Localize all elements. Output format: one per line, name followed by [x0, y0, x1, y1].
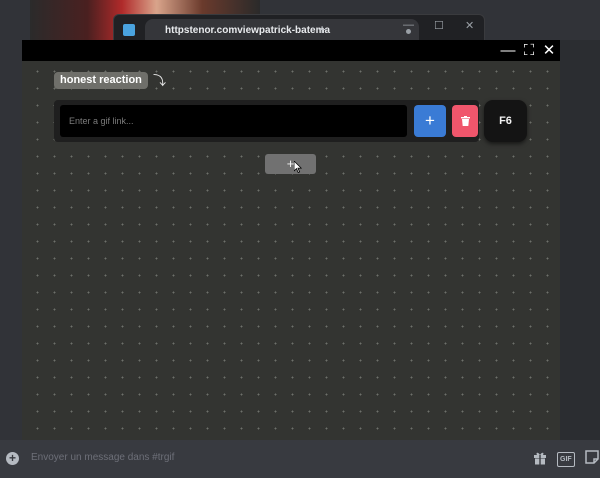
attach-plus-icon[interactable]: +: [6, 452, 19, 465]
background-panel: [560, 40, 600, 440]
tab-title: httpstenor.comviewpatrick-batema: [165, 25, 331, 36]
overlay-close-button[interactable]: ✕: [541, 43, 557, 58]
gif-overlay-window: — ⛶ ✕ honest reaction ⤵ + F6 +: [22, 40, 560, 440]
trash-icon: [460, 116, 470, 126]
gift-icon[interactable]: [533, 451, 547, 465]
browser-maximize-button[interactable]: ☐: [434, 19, 444, 32]
mouse-cursor-icon: [294, 161, 302, 173]
overlay-minimize-button[interactable]: —: [500, 43, 516, 58]
message-input[interactable]: Envoyer un message dans #trgif: [31, 452, 174, 463]
gif-link-input[interactable]: [60, 105, 407, 137]
browser-minimize-button[interactable]: —: [403, 19, 414, 31]
add-row-button[interactable]: +: [265, 154, 316, 174]
new-tab-button[interactable]: +: [318, 21, 326, 37]
overlay-fullscreen-button[interactable]: ⛶: [521, 43, 537, 58]
overlay-titlebar: — ⛶ ✕: [22, 40, 560, 61]
keybind-button[interactable]: F6: [484, 100, 527, 142]
browser-close-button[interactable]: ✕: [465, 19, 474, 32]
favicon-icon: [123, 24, 135, 36]
add-gif-button[interactable]: +: [414, 105, 446, 137]
message-bar: + Envoyer un message dans #trgif GIF: [0, 440, 600, 478]
sticker-icon[interactable]: [585, 450, 599, 464]
return-arrow-icon: ⤵: [153, 73, 167, 88]
gif-picker-button[interactable]: GIF: [557, 452, 575, 467]
delete-gif-button[interactable]: [452, 105, 478, 137]
gif-row: +: [54, 100, 479, 142]
reaction-label[interactable]: honest reaction: [54, 72, 148, 89]
